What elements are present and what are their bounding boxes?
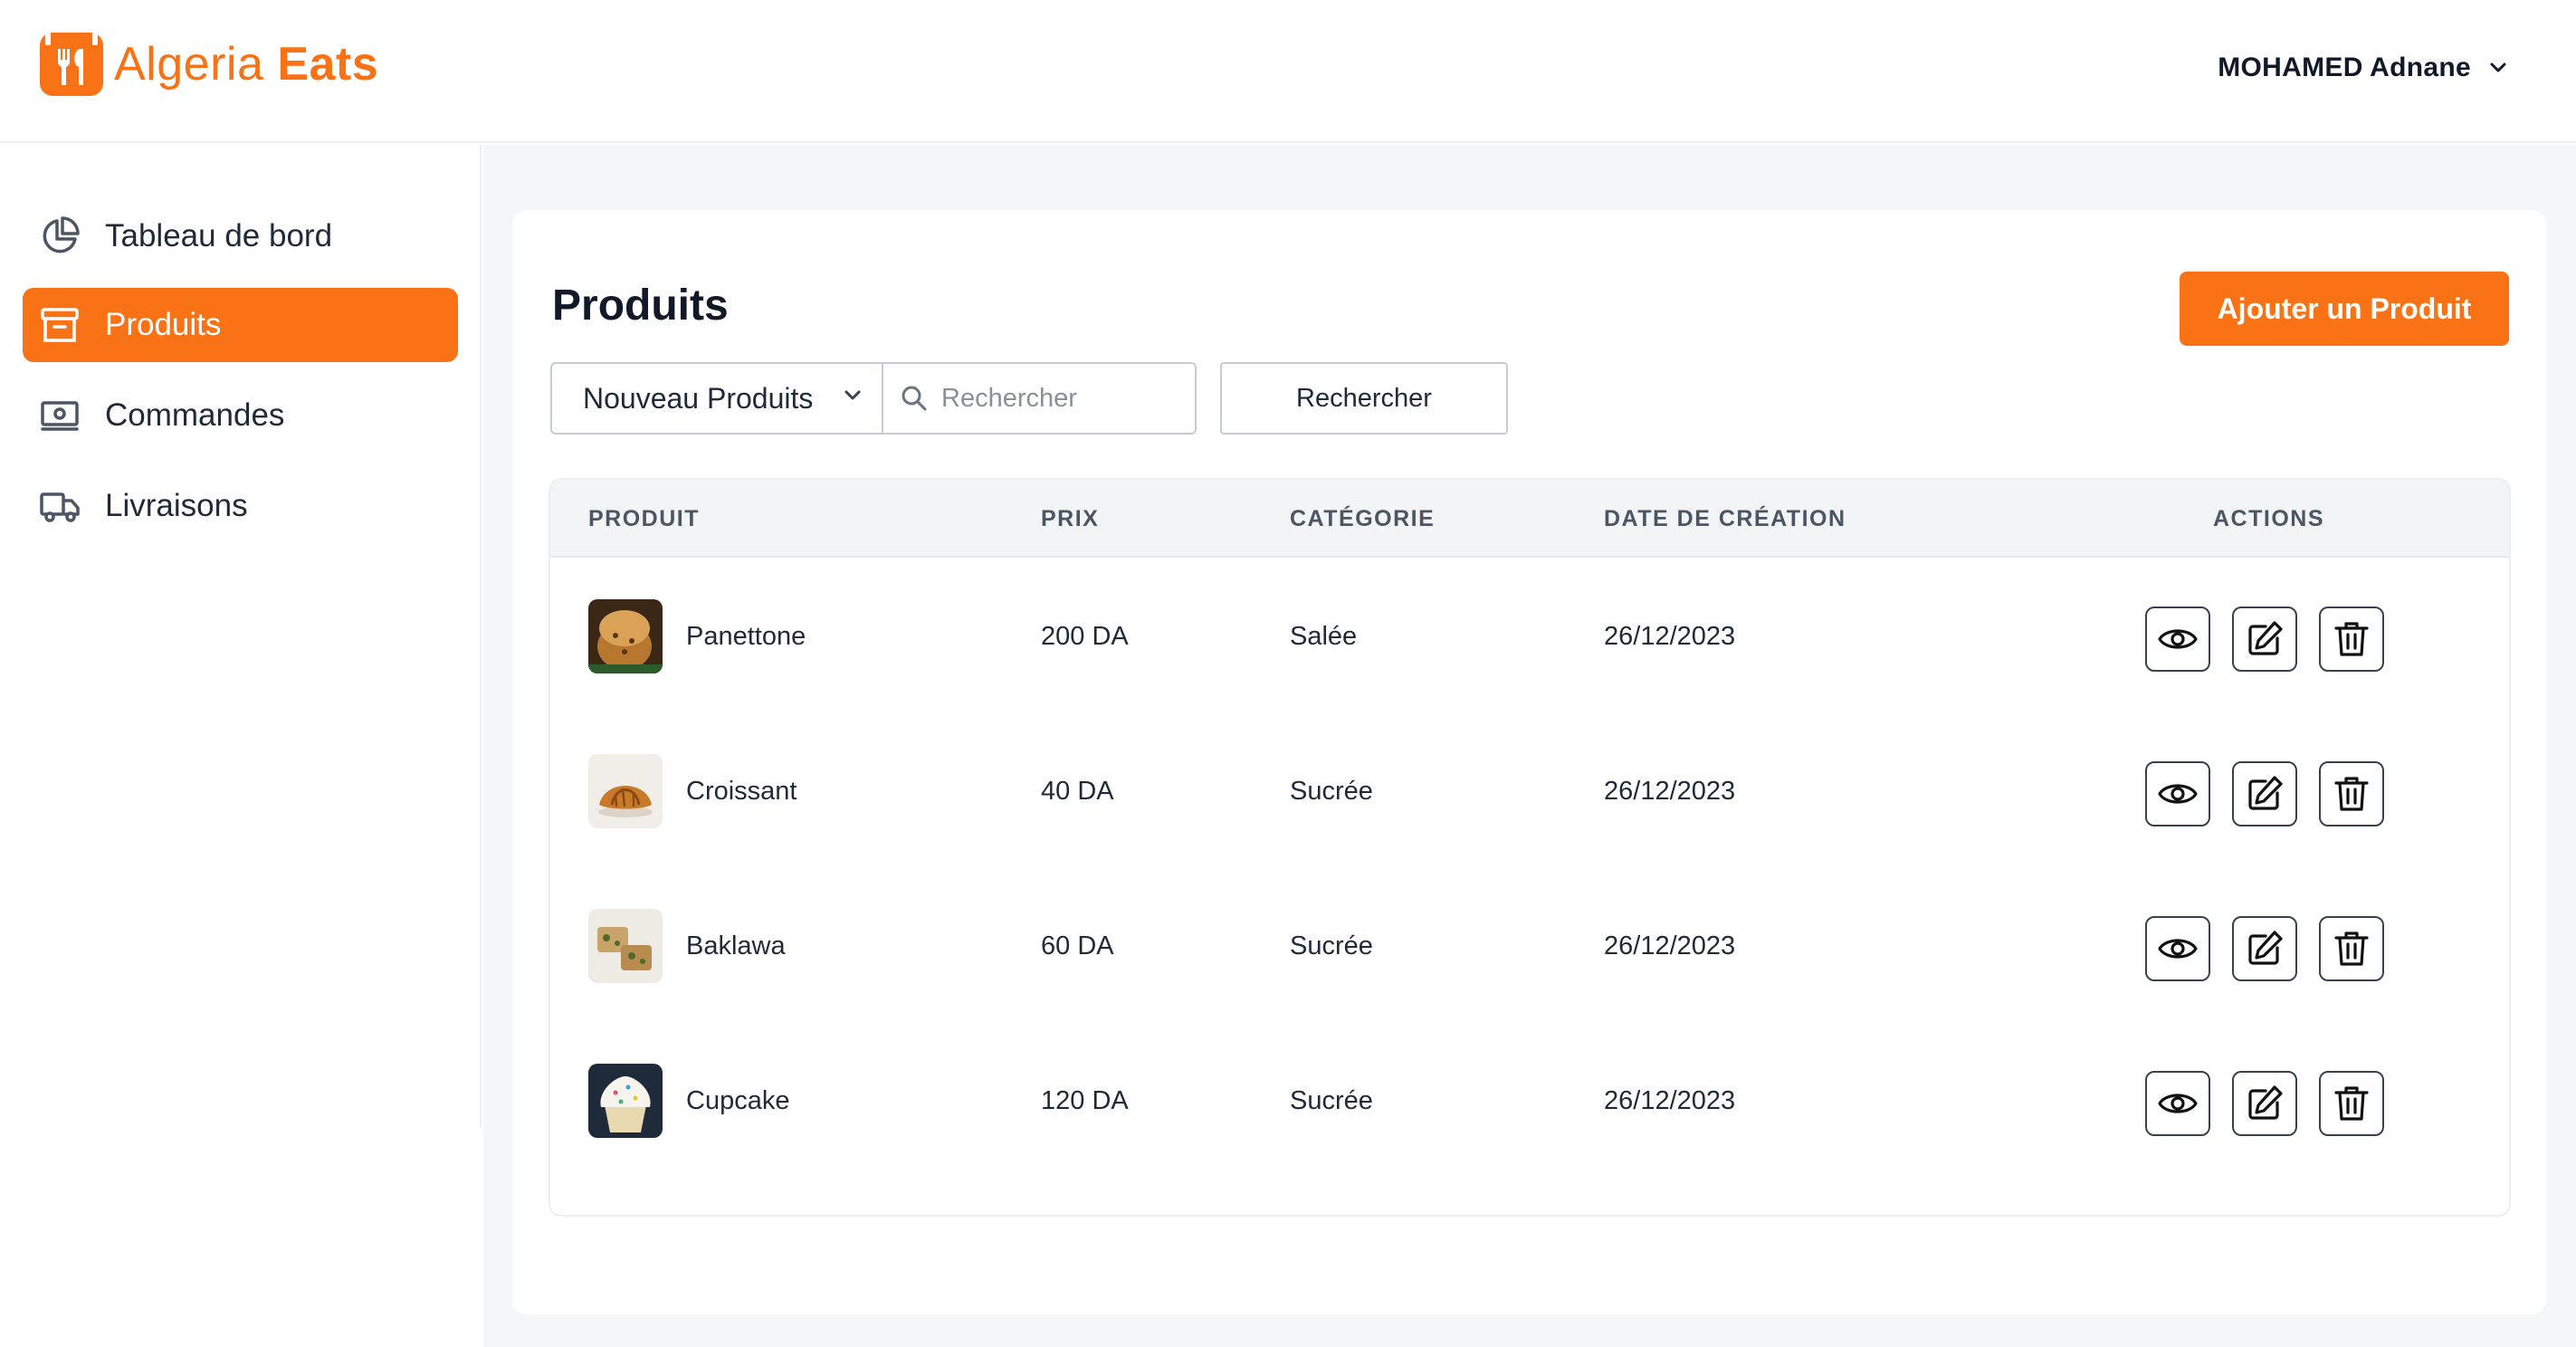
product-price: 120 DA [1041, 1086, 1129, 1115]
sidebar-item-label: Livraisons [105, 488, 248, 523]
sidebar-lower [0, 1127, 483, 1347]
banknote-icon [38, 394, 81, 437]
column-header-produit: PRODUIT [588, 506, 700, 531]
eye-icon [2158, 1094, 2198, 1113]
app-logo[interactable]: Algeria Eats [40, 33, 378, 96]
column-header-date: DATE DE CRÉATION [1604, 506, 1846, 531]
product-category: Sucrée [1290, 777, 1373, 806]
sidebar-item-commandes[interactable]: Commandes [23, 378, 458, 453]
truck-icon [38, 484, 81, 528]
product-date: 26/12/2023 [1604, 622, 1736, 651]
chevron-down-icon [2490, 62, 2506, 72]
column-header-prix: PRIX [1041, 506, 1100, 531]
product-name: Croissant [686, 777, 797, 806]
eye-icon [2158, 784, 2198, 804]
page-title: Produits [552, 282, 729, 330]
search-icon [902, 386, 927, 411]
trash-icon [2334, 622, 2369, 656]
trash-icon [2334, 931, 2369, 966]
pie-chart-icon [38, 215, 81, 258]
sidebar-item-label: Commandes [105, 397, 285, 433]
trash-icon [2334, 777, 2369, 811]
product-category: Sucrée [1290, 1086, 1373, 1115]
add-product-button[interactable]: Ajouter un Produit [2180, 272, 2509, 346]
view-button[interactable] [2145, 607, 2210, 672]
product-name: Panettone [686, 622, 806, 651]
product-date: 26/12/2023 [1604, 931, 1736, 960]
eye-icon [2158, 629, 2198, 649]
view-button[interactable] [2145, 916, 2210, 981]
search-button[interactable]: Rechercher [1220, 362, 1508, 435]
product-filter-select[interactable]: Nouveau Produits [550, 362, 883, 435]
product-date: 26/12/2023 [1604, 777, 1736, 806]
product-image-panettone [588, 599, 663, 674]
user-menu[interactable]: MOHAMED Adnane [2218, 53, 2507, 83]
archive-box-icon [38, 303, 81, 347]
table-row: Cupcake 120 DA Sucrée 26/12/2023 [550, 1024, 2509, 1179]
delete-button[interactable] [2319, 1071, 2384, 1136]
product-image-cupcake [588, 1064, 663, 1138]
view-button[interactable] [2145, 761, 2210, 826]
product-name: Cupcake [686, 1086, 790, 1115]
product-image-croissant [588, 754, 663, 828]
edit-button[interactable] [2232, 916, 2297, 981]
product-category: Salée [1290, 622, 1358, 651]
sidebar: Tableau de bord Produits Commandes Livra… [0, 145, 482, 1127]
delete-button[interactable] [2319, 607, 2384, 672]
column-header-actions: ACTIONS [2213, 506, 2324, 531]
top-header: Algeria Eats MOHAMED Adnane [0, 0, 2576, 143]
table-row: Baklawa 60 DA Sucrée 26/12/2023 [550, 869, 2509, 1024]
user-name: MOHAMED Adnane [2218, 53, 2471, 82]
edit-icon [2248, 931, 2283, 965]
edit-button[interactable] [2232, 1071, 2297, 1136]
fork-spoon-icon [40, 33, 103, 96]
table-header: PRODUIT PRIX CATÉGORIE DATE DE CRÉATION … [550, 480, 2509, 558]
edit-button[interactable] [2232, 761, 2297, 826]
table-row: Croissant 40 DA Sucrée 26/12/2023 [550, 714, 2509, 869]
sidebar-item-tableau-de-bord[interactable]: Tableau de bord [23, 199, 458, 273]
product-image-baklawa [588, 909, 663, 983]
view-button[interactable] [2145, 1071, 2210, 1136]
table-row: Panettone 200 DA Salée 26/12/2023 [550, 559, 2509, 714]
chevron-down-icon [844, 390, 861, 400]
filter-selected-value: Nouveau Produits [583, 381, 814, 415]
product-price: 60 DA [1041, 931, 1114, 960]
products-table: PRODUIT PRIX CATÉGORIE DATE DE CRÉATION … [550, 480, 2509, 1215]
product-price: 200 DA [1041, 622, 1129, 651]
edit-icon [2248, 1085, 2283, 1120]
column-header-categorie: CATÉGORIE [1290, 506, 1436, 531]
product-category: Sucrée [1290, 931, 1373, 960]
product-price: 40 DA [1041, 777, 1114, 806]
edit-icon [2248, 776, 2283, 810]
search-field [882, 362, 1197, 435]
trash-icon [2334, 1086, 2369, 1121]
sidebar-item-produits[interactable]: Produits [23, 288, 458, 362]
product-name: Baklawa [686, 931, 786, 960]
delete-button[interactable] [2319, 916, 2384, 981]
delete-button[interactable] [2319, 761, 2384, 826]
edit-icon [2248, 621, 2283, 655]
eye-icon [2158, 939, 2198, 959]
sidebar-item-label: Tableau de bord [105, 218, 333, 253]
sidebar-item-label: Produits [105, 307, 222, 342]
search-input[interactable] [941, 383, 1186, 414]
product-date: 26/12/2023 [1604, 1086, 1736, 1115]
sidebar-item-livraisons[interactable]: Livraisons [23, 469, 458, 543]
edit-button[interactable] [2232, 607, 2297, 672]
app-name: Algeria Eats [114, 38, 379, 91]
